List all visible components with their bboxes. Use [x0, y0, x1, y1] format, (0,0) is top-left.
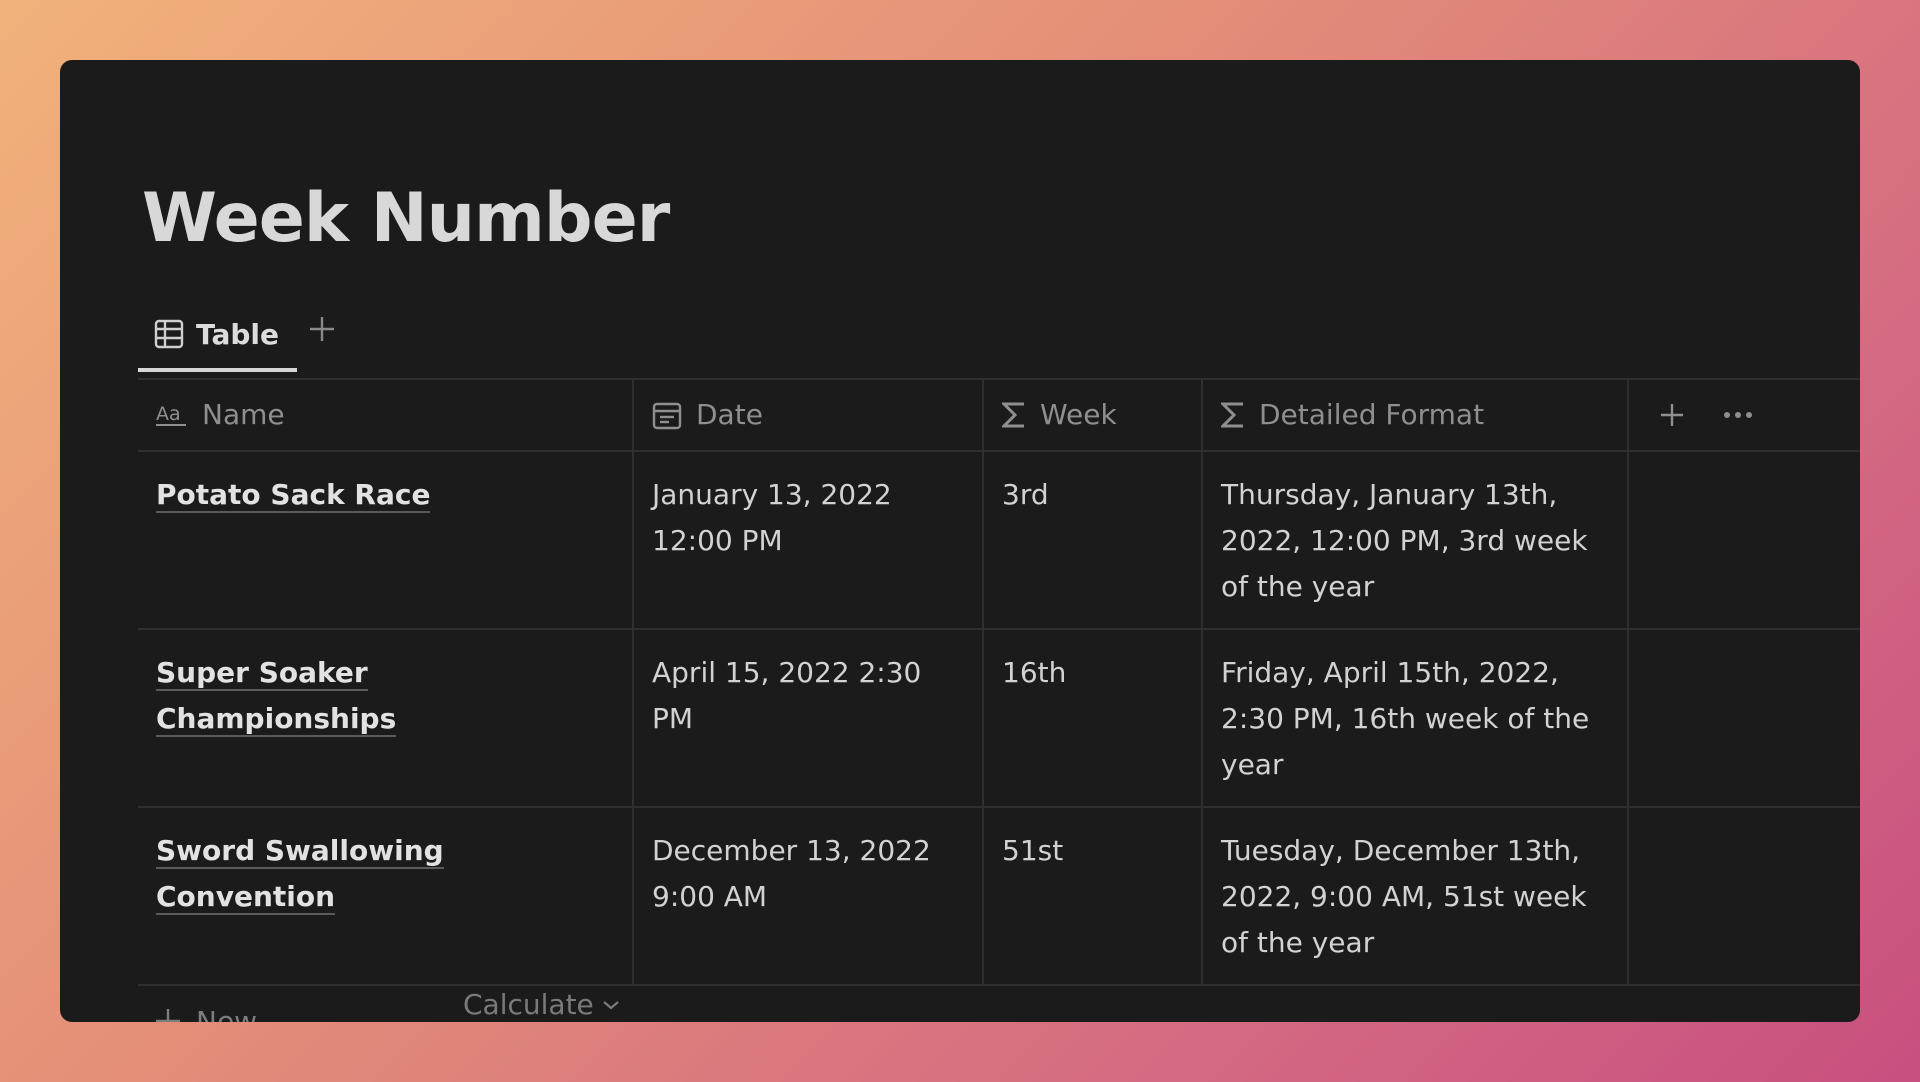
cell-detailed-format[interactable]: Tuesday, December 13th, 2022, 9:00 AM, 5…: [1203, 808, 1629, 984]
cell-detailed-format[interactable]: Thursday, January 13th, 2022, 12:00 PM, …: [1203, 452, 1629, 628]
row-title-link[interactable]: Sword Swallowing Convention: [156, 834, 444, 915]
view-tabs: Table: [138, 300, 337, 378]
cell-name[interactable]: Sword Swallowing Convention: [138, 808, 634, 984]
more-options-ellipsis-icon[interactable]: [1723, 410, 1753, 420]
tab-table[interactable]: Table: [138, 300, 298, 372]
column-header-detailed-format-label: Detailed Format: [1259, 398, 1485, 431]
cell-detailed-format[interactable]: Friday, April 15th, 2022, 2:30 PM, 16th …: [1203, 630, 1629, 806]
add-new-row-button[interactable]: New: [138, 984, 1860, 1022]
calendar-icon: [652, 400, 682, 430]
column-header-actions: [1629, 379, 1860, 451]
page-title: Week Number: [142, 179, 670, 258]
tab-table-label: Table: [196, 317, 280, 351]
database-window: Week Number Table Aa Name Date Week Deta…: [60, 60, 1860, 1022]
add-view-plus-icon[interactable]: [307, 314, 337, 348]
sigma-icon: [1002, 400, 1026, 430]
text-aa-icon: Aa: [156, 402, 188, 428]
add-property-plus-icon[interactable]: [1659, 402, 1685, 428]
cell-week[interactable]: 16th: [984, 630, 1203, 806]
svg-text:Aa: Aa: [156, 403, 181, 425]
calculate-label: Calculate: [463, 988, 594, 1021]
column-header-detailed-format[interactable]: Detailed Format: [1203, 379, 1629, 451]
cell-date[interactable]: January 13, 2022 12:00 PM: [634, 452, 984, 628]
cell-week[interactable]: 3rd: [984, 452, 1203, 628]
cell-empty: [1629, 808, 1860, 984]
column-header-week-label: Week: [1040, 398, 1117, 431]
table-row: Potato Sack Race January 13, 2022 12:00 …: [138, 450, 1860, 628]
sigma-icon: [1221, 400, 1245, 430]
calculate-dropdown[interactable]: Calculate: [463, 988, 620, 1021]
cell-empty: [1629, 630, 1860, 806]
cell-name[interactable]: Super Soaker Championships: [138, 630, 634, 806]
new-row-label: New: [196, 1004, 258, 1023]
cell-date[interactable]: December 13, 2022 9:00 AM: [634, 808, 984, 984]
row-title-link[interactable]: Potato Sack Race: [156, 478, 431, 513]
row-title-link[interactable]: Super Soaker Championships: [156, 656, 397, 737]
column-header-name[interactable]: Aa Name: [138, 379, 634, 451]
column-header-date-label: Date: [696, 398, 763, 431]
table-header-row: Aa Name Date Week Detailed Format: [138, 378, 1860, 451]
table-row: Sword Swallowing Convention December 13,…: [138, 806, 1860, 984]
cell-date[interactable]: April 15, 2022 2:30 PM: [634, 630, 984, 806]
plus-icon: [154, 1007, 182, 1022]
cell-name[interactable]: Potato Sack Race: [138, 452, 634, 628]
column-header-date[interactable]: Date: [634, 379, 984, 451]
table-row: Super Soaker Championships April 15, 202…: [138, 628, 1860, 806]
column-header-name-label: Name: [202, 398, 285, 431]
cell-empty: [1629, 452, 1860, 628]
column-header-week[interactable]: Week: [984, 379, 1203, 451]
table-icon: [154, 319, 184, 349]
chevron-down-icon: [594, 999, 620, 1011]
database-table: Aa Name Date Week Detailed Format Potato…: [138, 378, 1860, 1022]
cell-week[interactable]: 51st: [984, 808, 1203, 984]
